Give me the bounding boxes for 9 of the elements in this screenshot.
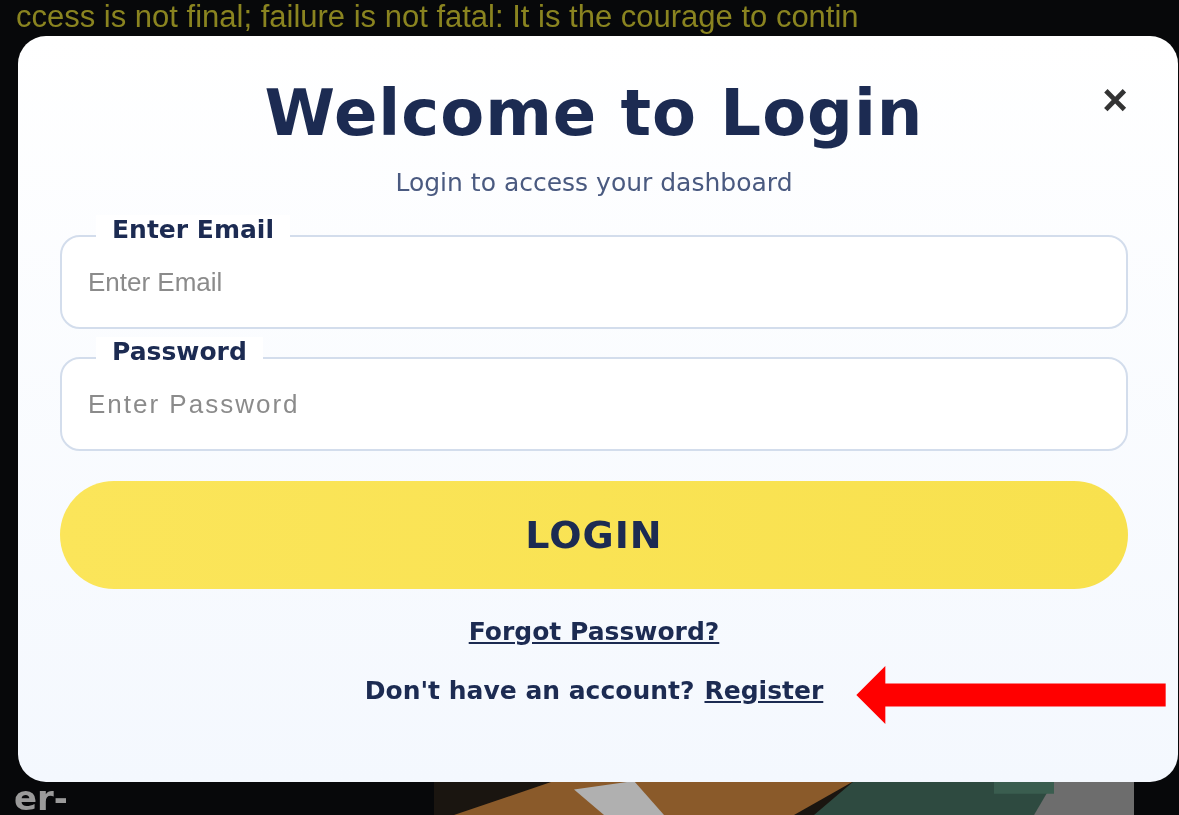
page-heading: er- (14, 781, 69, 815)
forgot-password-link[interactable]: Forgot Password? (468, 617, 720, 646)
banner-quote: ccess is not final; failure is not fatal: It is the courage to contin (16, 0, 860, 34)
dialog-subtitle: Login to access your dashboard (395, 168, 793, 197)
register-link[interactable]: Register (704, 676, 824, 705)
dialog-title: Welcome to Login (264, 76, 924, 150)
login-button[interactable]: LOGIN (60, 481, 1128, 589)
register-prompt: Don't have an account? (364, 676, 695, 705)
close-button[interactable]: × (1102, 78, 1128, 122)
